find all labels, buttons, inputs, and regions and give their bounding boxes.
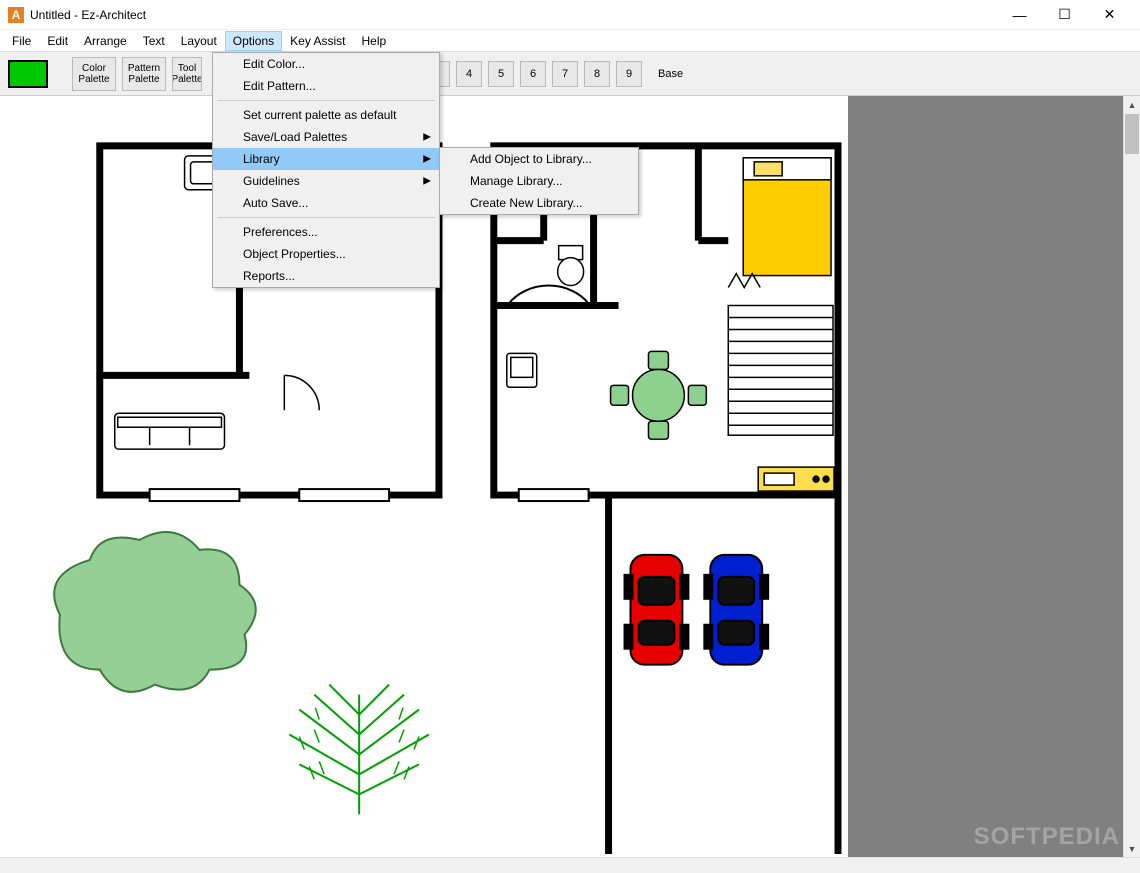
window-title: Untitled - Ez-Architect — [30, 8, 146, 22]
app-icon: A — [8, 7, 24, 23]
menu-edit-color[interactable]: Edit Color... — [213, 53, 439, 75]
current-color-swatch[interactable] — [8, 60, 48, 88]
scroll-thumb[interactable] — [1125, 114, 1139, 154]
menu-separator — [217, 100, 435, 101]
maximize-button[interactable]: ☐ — [1042, 0, 1087, 30]
menu-object-properties[interactable]: Object Properties... — [213, 243, 439, 265]
layer-button-9[interactable]: 9 — [616, 61, 642, 87]
menu-preferences[interactable]: Preferences... — [213, 221, 439, 243]
toolbar: Color Palette Pattern Palette Tool Palet… — [0, 52, 1140, 96]
chevron-right-icon: ▶ — [423, 132, 431, 143]
chevron-right-icon: ▶ — [423, 176, 431, 187]
menubar: File Edit Arrange Text Layout Options Ke… — [0, 30, 1140, 52]
layer-button-8[interactable]: 8 — [584, 61, 610, 87]
menu-auto-save[interactable]: Auto Save... — [213, 192, 439, 214]
statusbar — [0, 857, 1140, 873]
vertical-scrollbar[interactable]: ▲ ▼ — [1123, 96, 1140, 857]
menu-edit-pattern[interactable]: Edit Pattern... — [213, 75, 439, 97]
menu-add-object-to-library[interactable]: Add Object to Library... — [440, 148, 638, 170]
menu-edit[interactable]: Edit — [39, 31, 76, 51]
menu-set-default-palette[interactable]: Set current palette as default — [213, 104, 439, 126]
layer-button-4[interactable]: 4 — [456, 61, 482, 87]
menu-manage-library[interactable]: Manage Library... — [440, 170, 638, 192]
menu-text[interactable]: Text — [135, 31, 173, 51]
library-submenu: Add Object to Library... Manage Library.… — [439, 147, 639, 215]
menu-options[interactable]: Options — [225, 31, 282, 51]
layer-button-5[interactable]: 5 — [488, 61, 514, 87]
menu-file[interactable]: File — [4, 31, 39, 51]
tool-palette-button[interactable]: Tool Palette — [172, 57, 202, 91]
menu-library[interactable]: Library▶ Add Object to Library... Manage… — [213, 148, 439, 170]
menu-separator — [217, 217, 435, 218]
menu-arrange[interactable]: Arrange — [76, 31, 135, 51]
menu-help[interactable]: Help — [354, 31, 395, 51]
scroll-up-icon[interactable]: ▲ — [1124, 96, 1140, 113]
layer-button-7[interactable]: 7 — [552, 61, 578, 87]
window-controls: — ☐ ✕ — [997, 0, 1132, 30]
menu-create-new-library[interactable]: Create New Library... — [440, 192, 638, 214]
color-palette-button[interactable]: Color Palette — [72, 57, 116, 91]
layer-label: Base — [658, 68, 683, 80]
chevron-right-icon: ▶ — [423, 154, 431, 165]
menu-reports[interactable]: Reports... — [213, 265, 439, 287]
menu-key-assist[interactable]: Key Assist — [282, 31, 353, 51]
watermark: SOFTPEDIA — [974, 823, 1120, 851]
titlebar: A Untitled - Ez-Architect — ☐ ✕ — [0, 0, 1140, 30]
close-button[interactable]: ✕ — [1087, 0, 1132, 30]
menu-save-load-palettes[interactable]: Save/Load Palettes▶ — [213, 126, 439, 148]
scroll-down-icon[interactable]: ▼ — [1124, 840, 1140, 857]
menu-guidelines[interactable]: Guidelines▶ — [213, 170, 439, 192]
minimize-button[interactable]: — — [997, 0, 1042, 30]
layer-button-6[interactable]: 6 — [520, 61, 546, 87]
side-panel — [848, 96, 1123, 857]
options-dropdown: Edit Color... Edit Pattern... Set curren… — [212, 52, 440, 288]
menu-layout[interactable]: Layout — [173, 31, 225, 51]
pattern-palette-button[interactable]: Pattern Palette — [122, 57, 166, 91]
